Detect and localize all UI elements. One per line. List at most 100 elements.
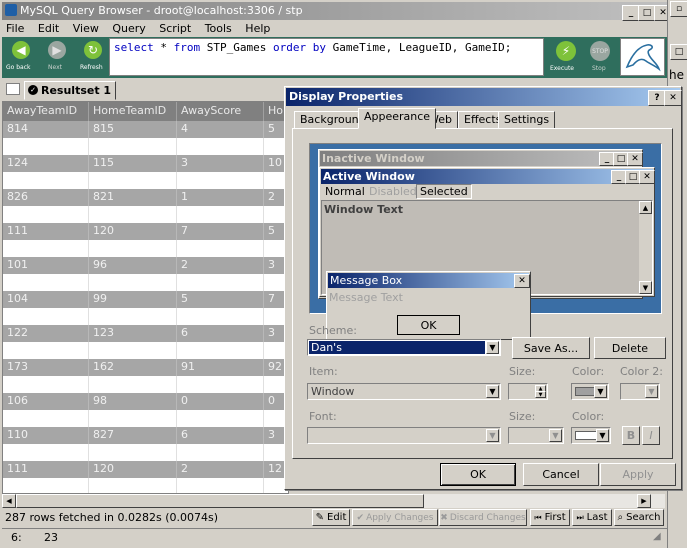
menu-edit[interactable]: Edit <box>38 22 59 35</box>
table-cell[interactable]: 104 <box>3 291 89 308</box>
next-button[interactable]: ▶ Next <box>42 39 72 75</box>
dialog-close-button[interactable]: ✕ <box>664 90 682 106</box>
table-cell[interactable]: 0 <box>177 393 264 410</box>
table-cell[interactable] <box>89 478 177 493</box>
table-row[interactable] <box>3 376 288 393</box>
table-cell[interactable]: 120 <box>89 461 177 478</box>
chevron-down-icon[interactable]: ▼ <box>549 429 562 442</box>
table-cell[interactable]: 110 <box>3 427 89 444</box>
table-cell[interactable]: 826 <box>3 189 89 206</box>
table-cell[interactable] <box>177 172 264 189</box>
spinner-down-icon[interactable]: ▼ <box>535 391 546 398</box>
ok-button[interactable]: OK <box>440 463 516 486</box>
table-cell[interactable]: 6 <box>177 325 264 342</box>
table-cell[interactable] <box>3 342 89 359</box>
table-cell[interactable] <box>3 172 89 189</box>
table-row[interactable]: 110 827 6 3 <box>3 427 288 444</box>
table-cell[interactable]: 96 <box>89 257 177 274</box>
table-cell[interactable] <box>177 274 264 291</box>
last-button[interactable]: ⏭ Last <box>572 509 612 526</box>
resultset-tab[interactable]: ✓ Resultset 1 <box>24 81 116 100</box>
font-color-picker[interactable]: ▼ <box>571 427 611 444</box>
table-cell[interactable]: 814 <box>3 121 89 138</box>
table-row[interactable]: 173 162 91 92 <box>3 359 288 376</box>
menu-view[interactable]: View <box>73 22 99 35</box>
table-cell[interactable]: 827 <box>89 427 177 444</box>
table-row[interactable] <box>3 240 288 257</box>
table-cell[interactable]: 122 <box>3 325 89 342</box>
table-cell[interactable]: 821 <box>89 189 177 206</box>
table-cell[interactable] <box>3 240 89 257</box>
table-cell[interactable] <box>177 376 264 393</box>
table-cell[interactable] <box>177 240 264 257</box>
menu-script[interactable]: Script <box>159 22 191 35</box>
table-cell[interactable] <box>3 206 89 223</box>
table-row[interactable] <box>3 444 288 461</box>
table-cell[interactable] <box>89 138 177 155</box>
chevron-down-icon[interactable]: ▼ <box>486 385 499 398</box>
result-grid[interactable]: AwayTeamID HomeTeamID AwayScore Ho 814 81… <box>2 101 289 494</box>
table-cell[interactable] <box>3 444 89 461</box>
menu-file[interactable]: File <box>6 22 24 35</box>
table-cell[interactable] <box>3 138 89 155</box>
query-editor[interactable]: select * from STP_Games order by GameTim… <box>109 38 544 76</box>
table-row[interactable] <box>3 410 288 427</box>
delete-button[interactable]: Delete <box>594 337 666 359</box>
table-cell[interactable] <box>89 308 177 325</box>
table-row[interactable] <box>3 308 288 325</box>
table-cell[interactable]: 106 <box>3 393 89 410</box>
table-cell[interactable] <box>177 410 264 427</box>
go-back-button[interactable]: ◀ Go back <box>6 39 36 75</box>
table-cell[interactable] <box>177 342 264 359</box>
table-cell[interactable] <box>3 308 89 325</box>
table-cell[interactable] <box>89 274 177 291</box>
scroll-right-button[interactable]: ▶ <box>637 494 651 508</box>
execute-button[interactable]: ⚡ Execute <box>550 39 584 75</box>
item-color-picker[interactable]: ▼ <box>571 383 609 400</box>
column-header[interactable]: AwayTeamID <box>3 102 89 121</box>
table-row[interactable]: 104 99 5 7 <box>3 291 288 308</box>
bold-button[interactable]: B <box>622 426 640 445</box>
chevron-down-icon[interactable]: ▼ <box>596 429 609 442</box>
table-cell[interactable] <box>3 274 89 291</box>
table-row[interactable]: 814 815 4 5 <box>3 121 288 138</box>
table-cell[interactable] <box>89 376 177 393</box>
table-cell[interactable]: 101 <box>3 257 89 274</box>
table-cell[interactable]: 2 <box>177 461 264 478</box>
item-color2-picker[interactable]: ▼ <box>620 383 660 400</box>
menu-query[interactable]: Query <box>112 22 145 35</box>
chevron-down-icon[interactable]: ▼ <box>486 429 499 442</box>
table-row[interactable] <box>3 138 288 155</box>
chevron-down-icon[interactable]: ▼ <box>645 385 658 398</box>
table-cell[interactable]: 1 <box>177 189 264 206</box>
table-cell[interactable]: 115 <box>89 155 177 172</box>
apply-changes-button[interactable]: ✔ Apply Changes <box>352 509 438 526</box>
item-size-spinner[interactable]: ▲ ▼ <box>508 383 548 400</box>
table-cell[interactable] <box>89 172 177 189</box>
search-button[interactable]: ⌕ Search <box>614 509 664 526</box>
table-row[interactable]: 111 120 7 5 <box>3 223 288 240</box>
tab-settings[interactable]: Settings <box>498 111 556 129</box>
edit-button[interactable]: ✎ Edit <box>312 509 350 526</box>
table-cell[interactable] <box>177 206 264 223</box>
column-header[interactable]: AwayScore <box>177 102 264 121</box>
tab-appearance[interactable]: Appeerance <box>358 108 437 129</box>
font-dropdown[interactable]: ▼ <box>307 427 501 444</box>
menu-help[interactable]: Help <box>245 22 270 35</box>
bg-restore-button[interactable]: ▫ <box>670 1 687 17</box>
table-cell[interactable]: 4 <box>177 121 264 138</box>
table-cell[interactable] <box>89 240 177 257</box>
refresh-button[interactable]: ↻ Refresh <box>78 39 108 75</box>
table-cell[interactable] <box>89 410 177 427</box>
table-cell[interactable] <box>3 376 89 393</box>
table-row[interactable] <box>3 342 288 359</box>
new-tab-icon[interactable] <box>6 83 20 95</box>
table-row[interactable] <box>3 206 288 223</box>
table-cell[interactable] <box>177 138 264 155</box>
table-cell[interactable] <box>89 206 177 223</box>
table-row[interactable]: 106 98 0 0 <box>3 393 288 410</box>
table-cell[interactable]: 91 <box>177 359 264 376</box>
table-row[interactable] <box>3 478 288 493</box>
table-cell[interactable]: 173 <box>3 359 89 376</box>
table-cell[interactable]: 124 <box>3 155 89 172</box>
